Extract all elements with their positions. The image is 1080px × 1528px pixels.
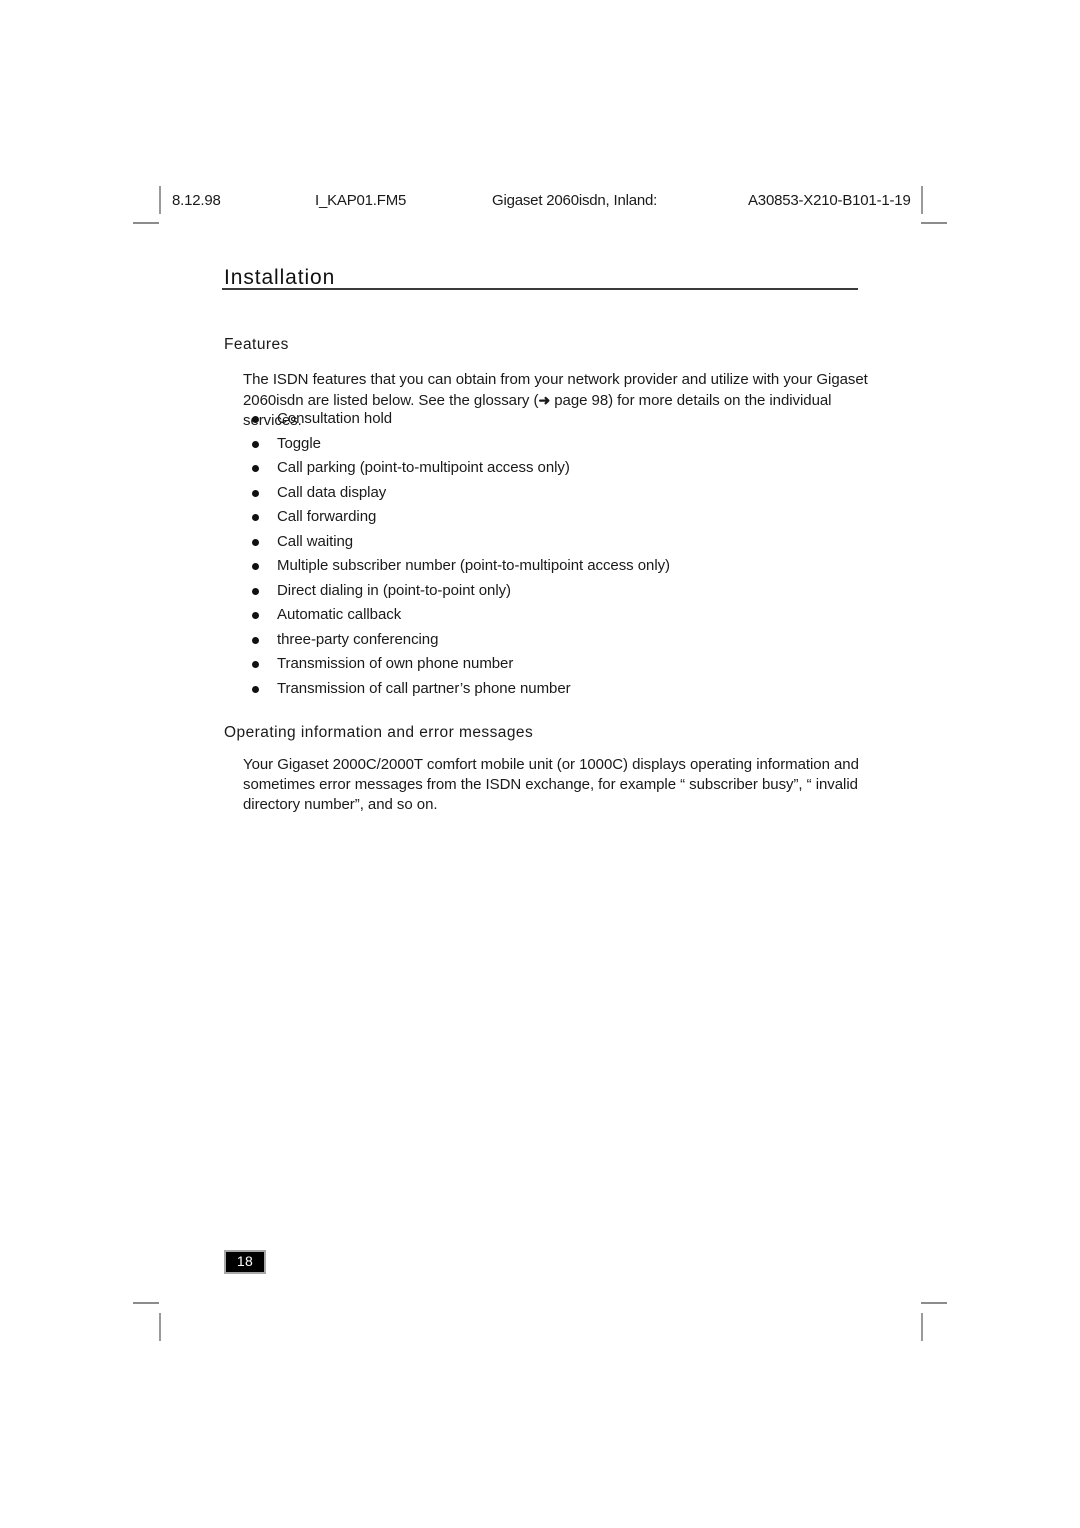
list-item-label: Call waiting [277,532,354,550]
tick-mark-bottom-left [159,1313,161,1341]
crop-mark-top-left [133,222,159,224]
list-item-label: Transmission of own phone number [277,655,514,672]
crop-mark-bottom-left [133,1302,159,1304]
list-item-label: Toggle [277,434,321,452]
bullet-icon [252,514,259,521]
list-item: Transmission of own phone number [243,654,883,679]
list-item: Call forwarding [243,507,883,532]
bullet-icon [252,587,259,595]
operating-information-paragraph: Your Gigaset 2000C/2000T comfort mobile … [243,756,859,814]
list-item-label: Direct dialing in (point-to-point only) [277,581,511,599]
right-arrow-icon: ➜ [538,392,551,409]
bullet-icon [252,661,259,668]
list-item: Call parking (point-to-multipoint access… [243,458,883,483]
section-heading-features: Features [224,335,289,353]
crop-mark-bottom-right [921,1302,947,1304]
crop-mark-top-right [921,222,947,224]
header-source-file: I_KAP01.FM5 [315,192,407,209]
section-heading-operating-information: Operating information and error messages [224,723,534,741]
list-item: three-party conferencing [243,630,883,655]
list-item-label: Automatic callback [277,606,402,623]
bullet-icon [252,538,259,546]
list-item: Call data display [243,483,883,508]
page-number-badge: 18 [224,1250,266,1274]
list-item-label: three-party conferencing [277,630,439,648]
header-document-name: Gigaset 2060isdn, Inland: [492,192,658,209]
bullet-icon [252,465,259,472]
list-item-label: Call parking (point-to-multipoint access… [277,459,570,476]
list-item: Consultation hold [243,409,883,434]
list-item: Transmission of call partner’s phone num… [243,679,883,704]
bullet-icon [252,685,259,693]
list-item-label: Transmission of call partner’s phone num… [277,679,571,697]
bullet-icon [252,416,259,423]
list-item: Automatic callback [243,605,883,630]
list-item-label: Call data display [277,483,387,501]
header-date: 8.12.98 [172,192,221,209]
list-item-label: Call forwarding [277,508,377,525]
list-item-label: Multiple subscriber number (point-to-mul… [277,557,670,574]
tick-mark-bottom-right [921,1313,923,1341]
header-part-code: A30853-X210-B101-1-19 [748,192,911,209]
bullet-icon [252,563,259,570]
list-item-label: Consultation hold [277,410,393,427]
list-item: Call waiting [243,532,883,557]
list-item: Multiple subscriber number (point-to-mul… [243,556,883,581]
bullet-icon [252,612,259,619]
bullet-icon [252,489,259,497]
tick-mark-top-left [159,186,161,214]
running-header: 8.12.98 I_KAP01.FM5 Gigaset 2060isdn, In… [172,192,922,212]
title-divider [222,288,858,290]
list-item: Toggle [243,434,883,459]
page-title: Installation [224,266,336,290]
features-list: Consultation hold Toggle Call parking (p… [243,409,883,703]
bullet-icon [252,636,259,644]
list-item: Direct dialing in (point-to-point only) [243,581,883,606]
bullet-icon [252,440,259,448]
